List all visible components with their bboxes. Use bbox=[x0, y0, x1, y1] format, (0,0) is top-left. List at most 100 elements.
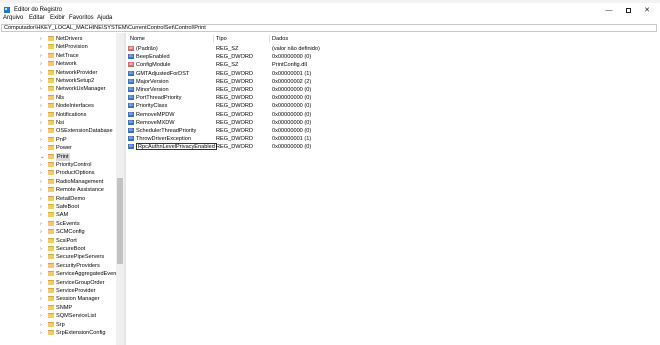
chevron-right-icon[interactable]: › bbox=[40, 170, 42, 176]
value-name[interactable]: ConfigModule bbox=[136, 61, 171, 69]
tree-item[interactable]: › RetailDemo bbox=[40, 195, 124, 203]
tree-item[interactable]: › SecurityProviders bbox=[40, 262, 124, 270]
value-name-edit-field[interactable]: RpcAuthnLevelPrivacyEnabled bbox=[136, 143, 217, 151]
tree-item[interactable]: › NetworkUxManager bbox=[40, 85, 124, 93]
tree-item[interactable]: › SecureBoot bbox=[40, 245, 124, 253]
chevron-right-icon[interactable]: › bbox=[40, 238, 42, 244]
tree-item[interactable]: › PnP bbox=[40, 136, 124, 144]
tree-item-label[interactable]: SNMP bbox=[56, 304, 72, 312]
chevron-right-icon[interactable]: › bbox=[40, 204, 42, 210]
value-row[interactable]: 01 MajorVersion REG_DWORD 0x00000002 (2) bbox=[126, 78, 660, 86]
value-name[interactable]: SchedulerThreadPriority bbox=[136, 127, 196, 135]
chevron-right-icon[interactable]: › bbox=[40, 229, 42, 235]
chevron-right-icon[interactable]: › bbox=[40, 61, 42, 67]
tree-item-label[interactable]: ScEvents bbox=[56, 220, 80, 228]
tree-item-label[interactable]: Print bbox=[56, 152, 70, 161]
tree-item[interactable]: › NodeInterfaces bbox=[40, 102, 124, 110]
tree-item[interactable]: › Remote Assistance bbox=[40, 186, 124, 194]
tree-item-label[interactable]: Power bbox=[56, 144, 72, 152]
value-row[interactable]: ab ConfigModule REG_SZ PrintConfig.dll bbox=[126, 61, 660, 69]
tree-item[interactable]: › NetTrace bbox=[40, 52, 124, 60]
tree-item[interactable]: ⌄ Print bbox=[40, 152, 124, 161]
tree-item-label[interactable]: ProductOptions bbox=[56, 169, 95, 177]
tree-item[interactable]: › ProductOptions bbox=[40, 169, 124, 177]
chevron-right-icon[interactable]: › bbox=[40, 162, 42, 168]
tree-item[interactable]: › NetDrivers bbox=[40, 35, 124, 43]
menu-arquivo[interactable]: Arquivo bbox=[3, 15, 23, 22]
tree-item[interactable]: › SecurePipeServers bbox=[40, 253, 124, 261]
tree-item-label[interactable]: SAM bbox=[56, 211, 68, 219]
tree-item[interactable]: › SCMConfig bbox=[40, 228, 124, 236]
chevron-right-icon[interactable]: › bbox=[40, 313, 42, 319]
tree-item-label[interactable]: SCMConfig bbox=[56, 228, 85, 236]
tree-item-label[interactable]: NetProvision bbox=[56, 43, 88, 51]
tree-pane[interactable]: › NetDrivers › NetProvision › NetTrace › Networ… bbox=[0, 33, 124, 345]
chevron-right-icon[interactable]: › bbox=[40, 280, 42, 286]
value-row[interactable]: 01 PriorityClass REG_DWORD 0x00000000 (0) bbox=[126, 102, 660, 110]
tree-item[interactable]: › SAM bbox=[40, 211, 124, 219]
chevron-right-icon[interactable]: › bbox=[40, 128, 42, 134]
chevron-right-icon[interactable]: › bbox=[40, 246, 42, 252]
chevron-right-icon[interactable]: › bbox=[40, 53, 42, 59]
chevron-right-icon[interactable]: › bbox=[40, 86, 42, 92]
value-name[interactable]: BeepEnabled bbox=[136, 53, 170, 61]
tree-item-label[interactable]: NodeInterfaces bbox=[56, 102, 94, 110]
tree-item-label[interactable]: Nls bbox=[56, 94, 64, 102]
tree-item-label[interactable]: SrpExtensionConfig bbox=[56, 329, 105, 337]
values-pane[interactable]: Nome Tipo Dados ab (Padrão) REG_SZ (valor n… bbox=[126, 33, 660, 345]
menu-favoritos[interactable]: Favoritos bbox=[69, 15, 94, 22]
chevron-right-icon[interactable]: › bbox=[40, 36, 42, 42]
address-path[interactable]: Computador\HKEY_LOCAL_MACHINE\SYSTEM\Cur… bbox=[4, 25, 206, 32]
value-row[interactable]: 01 RemoveMXDW REG_DWORD 0x00000000 (0) bbox=[126, 119, 660, 127]
tree-item[interactable]: › NetProvision bbox=[40, 43, 124, 51]
value-row[interactable]: 01 PortThreadPriority REG_DWORD 0x00000000 … bbox=[126, 94, 660, 102]
value-name[interactable]: MajorVersion bbox=[136, 78, 169, 86]
chevron-right-icon[interactable]: › bbox=[40, 305, 42, 311]
tree-item-label[interactable]: ServiceAggregatedEvent bbox=[56, 270, 118, 278]
tree-item[interactable]: › ScEvents bbox=[40, 220, 124, 228]
tree-item-label[interactable]: NetTrace bbox=[56, 52, 79, 60]
tree-item[interactable]: › ServiceGroupOrder bbox=[40, 279, 124, 287]
tree-item[interactable]: › ScsiPort bbox=[40, 237, 124, 245]
value-row[interactable]: 01 GMTAdjustedForDST REG_DWORD 0x00000001 (… bbox=[126, 70, 660, 78]
value-row[interactable]: 01 BeepEnabled REG_DWORD 0x00000000 (0) bbox=[126, 53, 660, 61]
value-name[interactable]: RemoveMXDW bbox=[136, 119, 175, 127]
tree-item[interactable]: › Session Manager bbox=[40, 295, 124, 303]
chevron-right-icon[interactable]: › bbox=[40, 112, 42, 118]
chevron-right-icon[interactable]: › bbox=[40, 212, 42, 218]
tree-item[interactable]: › SrpExtensionConfig bbox=[40, 329, 124, 337]
chevron-right-icon[interactable]: › bbox=[40, 187, 42, 193]
tree-item-label[interactable]: RetailDemo bbox=[56, 195, 85, 203]
tree-item[interactable]: › NetworkSetup2 bbox=[40, 77, 124, 85]
tree-item[interactable]: › SafeBoot bbox=[40, 203, 124, 211]
chevron-right-icon[interactable]: › bbox=[40, 103, 42, 109]
column-header-data[interactable]: Dados bbox=[272, 36, 288, 43]
tree-item-label[interactable]: Network bbox=[56, 60, 77, 68]
tree-item[interactable]: › RadioManagement bbox=[40, 178, 124, 186]
value-name[interactable]: PortThreadPriority bbox=[136, 94, 181, 102]
column-divider[interactable] bbox=[269, 35, 270, 43]
tree-item-label[interactable]: SecureBoot bbox=[56, 245, 85, 253]
tree-item-label[interactable]: ServiceGroupOrder bbox=[56, 279, 105, 287]
value-name[interactable]: (Padrão) bbox=[136, 45, 158, 53]
column-divider[interactable] bbox=[213, 35, 214, 43]
chevron-right-icon[interactable]: › bbox=[40, 120, 42, 126]
tree-item-label[interactable]: OSExtensionDatabase bbox=[56, 127, 113, 135]
tree-item-label[interactable]: Nsi bbox=[56, 119, 64, 127]
chevron-right-icon[interactable]: › bbox=[40, 296, 42, 302]
address-bar[interactable]: Computador\HKEY_LOCAL_MACHINE\SYSTEM\Cur… bbox=[1, 24, 657, 32]
tree-item[interactable]: › Nsi bbox=[40, 119, 124, 127]
chevron-right-icon[interactable]: › bbox=[40, 78, 42, 84]
value-row[interactable]: 01 RpcAuthnLevelPrivacyEnabled REG_DWORD 0x… bbox=[126, 143, 660, 151]
chevron-right-icon[interactable]: › bbox=[40, 95, 42, 101]
chevron-down-icon[interactable]: ⌄ bbox=[40, 154, 45, 160]
tree-item-label[interactable]: Notifications bbox=[56, 111, 86, 119]
chevron-right-icon[interactable]: › bbox=[40, 271, 42, 277]
value-name[interactable]: PriorityClass bbox=[136, 102, 167, 110]
chevron-right-icon[interactable]: › bbox=[40, 70, 42, 76]
chevron-right-icon[interactable]: › bbox=[40, 330, 42, 336]
column-header-type[interactable]: Tipo bbox=[216, 36, 227, 43]
menu-exibir[interactable]: Exibir bbox=[50, 15, 65, 22]
tree-item-label[interactable]: ServiceProvider bbox=[56, 287, 95, 295]
tree-item[interactable]: › SNMP bbox=[40, 304, 124, 312]
